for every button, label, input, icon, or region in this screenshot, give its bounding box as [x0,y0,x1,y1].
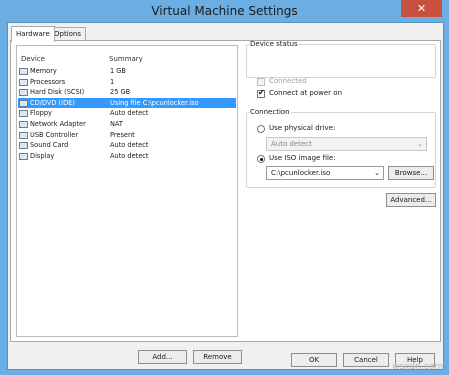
device-name: CD/DVD (IDE) [30,98,75,107]
display-icon [19,152,28,160]
floppy-icon [19,110,28,118]
window-title: Virtual Machine Settings [151,4,298,18]
device-name: Memory [30,67,57,75]
radio-dot-icon [259,157,263,161]
connected-label: Connected [269,77,307,85]
usb-controller-icon [19,131,28,139]
device-list[interactable]: Device Summary Memory 1 GB Processors 1 Hard… [16,45,238,337]
hard-disk-icon [19,89,28,97]
device-status-group: Device status [246,40,436,78]
checkmark-icon: ✔ [258,88,265,97]
device-name: Sound Card [30,141,69,150]
device-row[interactable]: Network Adapter NAT [18,119,236,130]
tab-hardware[interactable]: Hardware [11,26,55,42]
device-summary: 25 GB [110,88,131,97]
cd-dvd-icon [19,99,28,107]
dialog-client: Hardware Options Device Summary Memory 1 … [7,22,444,370]
device-summary: Auto detect [110,141,149,150]
chevron-down-icon: ⌄ [374,169,380,177]
device-status-legend: Device status [250,40,298,48]
network-adapter-icon [19,121,28,128]
physical-drive-select[interactable]: Auto detect ⌄ [266,137,427,151]
browse-button[interactable]: Browse... [388,166,434,180]
processor-icon [19,78,28,86]
device-list-header: Device Summary [17,46,237,66]
use-iso-image-radio[interactable] [257,155,265,163]
iso-image-path-input[interactable]: C:\pcunlocker.iso ⌄ [266,166,384,180]
device-summary: Auto detect [110,151,149,160]
device-row[interactable]: Display Auto detect [18,151,236,162]
device-name: USB Controller [30,130,79,139]
connection-legend: Connection [250,108,290,116]
hardware-panel: Device Summary Memory 1 GB Processors 1 Hard… [10,40,441,364]
close-icon: ✕ [416,2,427,15]
connected-checkbox[interactable] [257,78,265,86]
column-header-device[interactable]: Device [21,55,45,63]
device-summary: NAT [110,120,123,128]
device-row[interactable]: Floppy Auto detect [18,108,236,119]
device-row[interactable]: CD/DVD (IDE) Using file C:\pcunlocker.iso [18,97,236,109]
close-button[interactable]: ✕ [401,0,442,17]
device-summary: 1 GB [110,67,126,75]
device-summary: Present [110,130,135,139]
ok-button[interactable]: OK [291,353,337,367]
title-bar[interactable]: Virtual Machine Settings ✕ [0,0,449,22]
physical-drive-value: Auto detect [271,140,312,148]
connect-at-power-on-label: Connect at power on [269,89,343,97]
remove-button[interactable]: Remove [193,350,242,364]
device-row[interactable]: Sound Card Auto detect [18,140,236,151]
watermark: wsxdn.com [392,362,443,372]
use-physical-drive-radio[interactable] [257,125,265,133]
device-name: Processors [30,77,66,86]
device-row[interactable]: USB Controller Present [18,130,236,141]
device-summary: 1 [110,77,115,86]
device-summary: Using file C:\pcunlocker.iso [110,98,199,107]
device-row[interactable]: Hard Disk (SCSI) 25 GB [18,87,236,98]
device-row[interactable]: Processors 1 [18,77,236,88]
iso-image-path-value: C:\pcunlocker.iso [271,169,331,177]
device-row[interactable]: Memory 1 GB [18,66,236,77]
chevron-down-icon: ⌄ [417,140,423,148]
cancel-button[interactable]: Cancel [343,353,389,367]
advanced-button[interactable]: Advanced... [386,193,436,207]
dialog-window: Virtual Machine Settings ✕ Hardware Opti… [0,0,449,375]
sound-card-icon [19,142,28,150]
device-name: Network Adapter [30,120,86,128]
memory-icon [19,68,28,75]
use-physical-drive-label: Use physical drive: [269,124,336,132]
device-name: Floppy [30,109,52,118]
use-iso-image-label: Use ISO image file: [269,154,336,162]
device-summary: Auto detect [110,109,149,118]
device-name: Display [30,151,55,160]
column-header-summary[interactable]: Summary [109,55,143,63]
add-button[interactable]: Add... [138,350,187,364]
connect-at-power-on-checkbox[interactable]: ✔ [257,88,265,98]
device-name: Hard Disk (SCSI) [30,88,85,97]
